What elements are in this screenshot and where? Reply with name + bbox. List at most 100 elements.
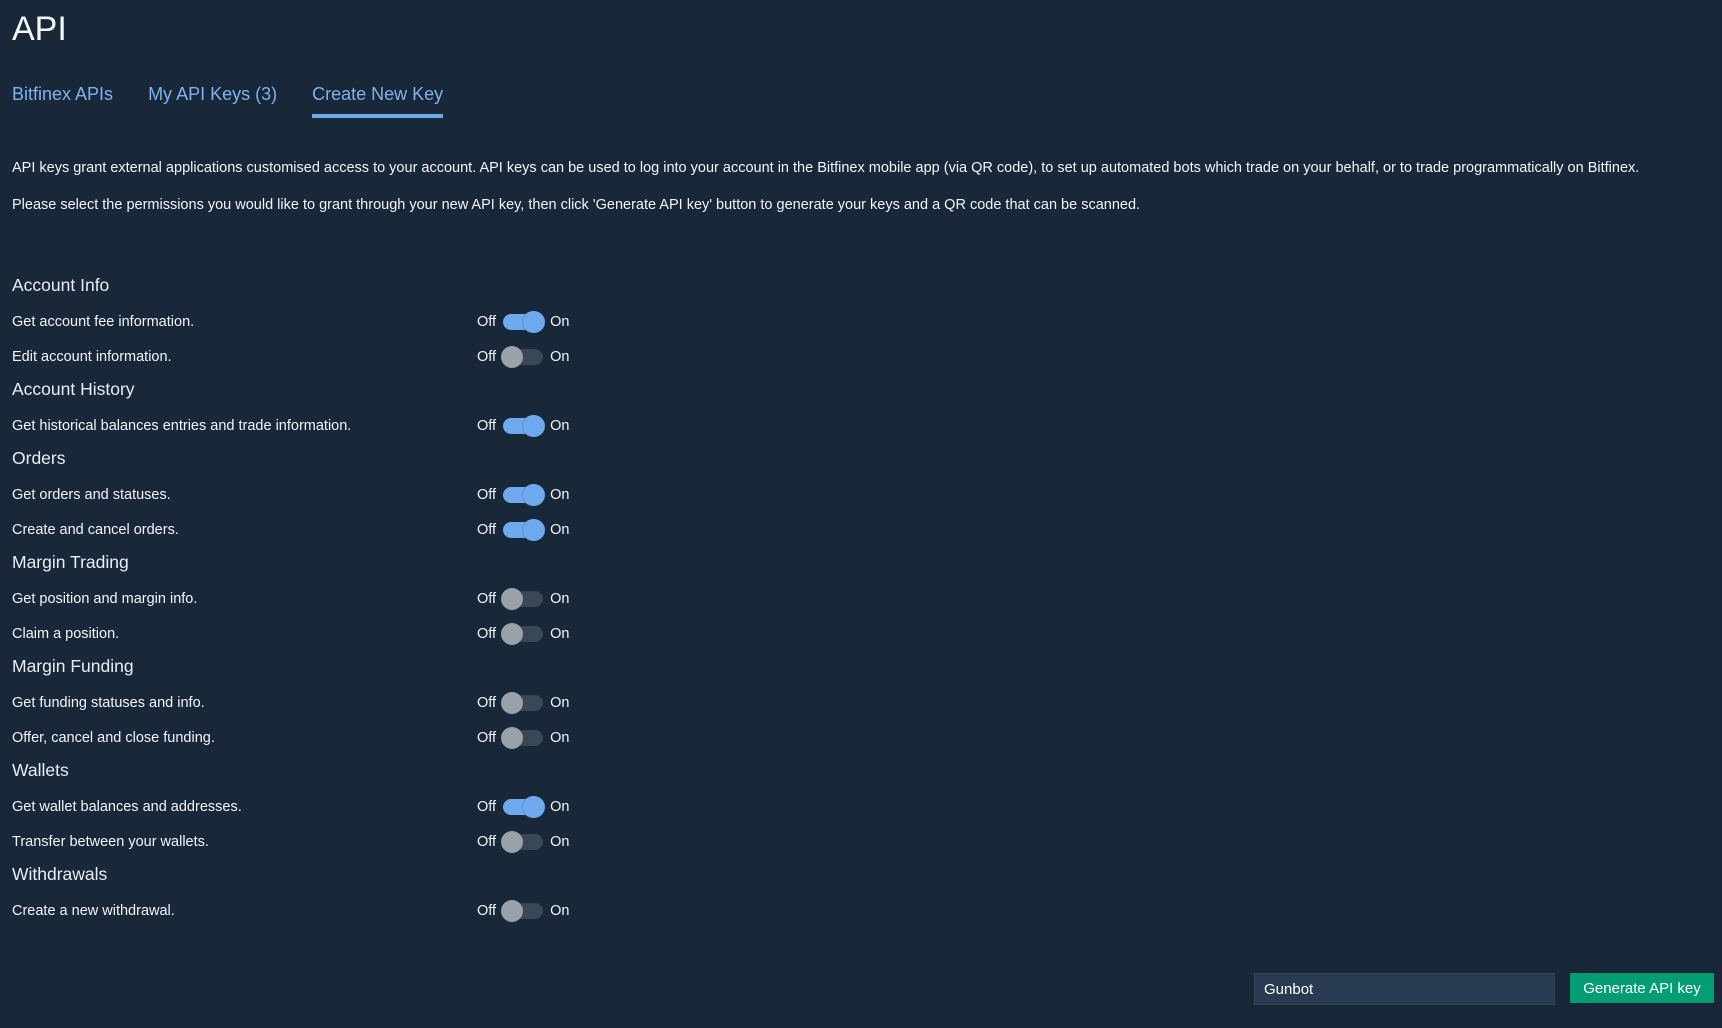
- permission-switch: Off On: [477, 830, 570, 853]
- on-label: On: [550, 833, 570, 850]
- permission-label: Get orders and statuses.: [12, 486, 171, 503]
- permission-toggle[interactable]: [501, 587, 544, 610]
- permission-label: Get wallet balances and addresses.: [12, 798, 242, 815]
- on-label: On: [550, 590, 570, 607]
- toggle-knob[interactable]: [501, 345, 524, 368]
- off-label: Off: [477, 348, 497, 365]
- tab-bar: Bitfinex APIs My API Keys (3) Create New…: [12, 84, 444, 118]
- permission-switch: Off On: [477, 483, 570, 506]
- permission-toggle[interactable]: [501, 691, 544, 714]
- off-label: Off: [477, 833, 497, 850]
- permission-label: Create a new withdrawal.: [12, 902, 175, 919]
- section-title: Orders: [12, 448, 66, 468]
- on-label: On: [550, 348, 570, 365]
- on-label: On: [550, 486, 570, 503]
- off-label: Off: [477, 417, 497, 434]
- permission-switch: Off On: [477, 726, 570, 749]
- tab-my-api-keys[interactable]: My API Keys (3): [148, 84, 277, 118]
- section-title: Account Info: [12, 275, 110, 295]
- off-label: Off: [477, 521, 497, 538]
- permission-toggle[interactable]: [503, 518, 546, 541]
- toggle-knob[interactable]: [523, 414, 546, 437]
- toggle-knob[interactable]: [501, 726, 524, 749]
- permission-label: Get account fee information.: [12, 313, 195, 330]
- on-label: On: [550, 313, 570, 330]
- permission-row: Edit account information. Off On: [12, 339, 612, 374]
- on-label: On: [550, 729, 570, 746]
- permission-switch: Off On: [477, 345, 570, 368]
- toggle-knob[interactable]: [523, 795, 546, 818]
- toggle-knob[interactable]: [523, 310, 546, 333]
- permission-switch: Off On: [477, 518, 570, 541]
- permission-label: Claim a position.: [12, 625, 120, 642]
- permission-toggle[interactable]: [501, 726, 544, 749]
- permission-label: Offer, cancel and close funding.: [12, 729, 215, 746]
- permission-switch: Off On: [477, 414, 570, 437]
- key-name-input[interactable]: [1254, 973, 1555, 1005]
- permission-switch: Off On: [477, 587, 570, 610]
- permission-label: Get historical balances entries and trad…: [12, 417, 352, 434]
- permission-label: Get funding statuses and info.: [12, 694, 205, 711]
- section-title: Margin Funding: [12, 656, 134, 676]
- permission-toggle[interactable]: [501, 830, 544, 853]
- off-label: Off: [477, 486, 497, 503]
- permissions-list: Account Info Get account fee information.…: [12, 270, 612, 928]
- permission-label: Edit account information.: [12, 348, 172, 365]
- on-label: On: [550, 798, 570, 815]
- section-title: Withdrawals: [12, 864, 108, 884]
- section-title: Wallets: [12, 760, 69, 780]
- toggle-knob[interactable]: [501, 899, 524, 922]
- off-label: Off: [477, 798, 497, 815]
- toggle-knob[interactable]: [501, 587, 524, 610]
- section-title: Account History: [12, 379, 135, 399]
- permission-row: Claim a position. Off On: [12, 616, 612, 651]
- on-label: On: [550, 625, 570, 642]
- permission-switch: Off On: [477, 795, 570, 818]
- permission-toggle[interactable]: [503, 795, 546, 818]
- permission-toggle[interactable]: [501, 622, 544, 645]
- on-label: On: [550, 694, 570, 711]
- permission-row: Create a new withdrawal. Off On: [12, 893, 612, 928]
- permission-switch: Off On: [477, 899, 570, 922]
- toggle-knob[interactable]: [501, 830, 524, 853]
- permission-row: Get funding statuses and info. Off On: [12, 685, 612, 720]
- permission-row: Get position and margin info. Off On: [12, 581, 612, 616]
- permission-toggle[interactable]: [501, 899, 544, 922]
- page-title: API: [12, 10, 67, 48]
- permission-row: Get orders and statuses. Off On: [12, 477, 612, 512]
- permission-switch: Off On: [477, 691, 570, 714]
- permission-row: Transfer between your wallets. Off On: [12, 824, 612, 859]
- permission-toggle[interactable]: [501, 345, 544, 368]
- off-label: Off: [477, 902, 497, 919]
- toggle-knob[interactable]: [523, 518, 546, 541]
- toggle-knob[interactable]: [501, 691, 524, 714]
- description-paragraph: Please select the permissions you would …: [12, 197, 1141, 213]
- toggle-knob[interactable]: [501, 622, 524, 645]
- generate-api-key-button[interactable]: Generate API key: [1570, 973, 1714, 1003]
- on-label: On: [550, 521, 570, 538]
- permission-switch: Off On: [477, 310, 570, 333]
- on-label: On: [550, 417, 570, 434]
- permission-toggle[interactable]: [503, 483, 546, 506]
- permission-row: Offer, cancel and close funding. Off On: [12, 720, 612, 755]
- description: API keys grant external applications cus…: [12, 157, 1712, 231]
- off-label: Off: [477, 313, 497, 330]
- permission-label: Transfer between your wallets.: [12, 833, 209, 850]
- on-label: On: [550, 902, 570, 919]
- permission-toggle[interactable]: [503, 414, 546, 437]
- description-paragraph: API keys grant external applications cus…: [12, 160, 1640, 176]
- permission-label: Get position and margin info.: [12, 590, 198, 607]
- permission-switch: Off On: [477, 622, 570, 645]
- tab-create-new-key[interactable]: Create New Key: [312, 84, 444, 118]
- permission-row: Get wallet balances and addresses. Off On: [12, 789, 612, 824]
- toggle-knob[interactable]: [523, 483, 546, 506]
- section-title: Margin Trading: [12, 552, 129, 572]
- permission-label: Create and cancel orders.: [12, 521, 179, 538]
- off-label: Off: [477, 625, 497, 642]
- tab-bitfinex-apis[interactable]: Bitfinex APIs: [12, 84, 113, 118]
- permission-toggle[interactable]: [503, 310, 546, 333]
- off-label: Off: [477, 590, 497, 607]
- permission-row: Create and cancel orders. Off On: [12, 512, 612, 547]
- off-label: Off: [477, 694, 497, 711]
- permission-row: Get account fee information. Off On: [12, 304, 612, 339]
